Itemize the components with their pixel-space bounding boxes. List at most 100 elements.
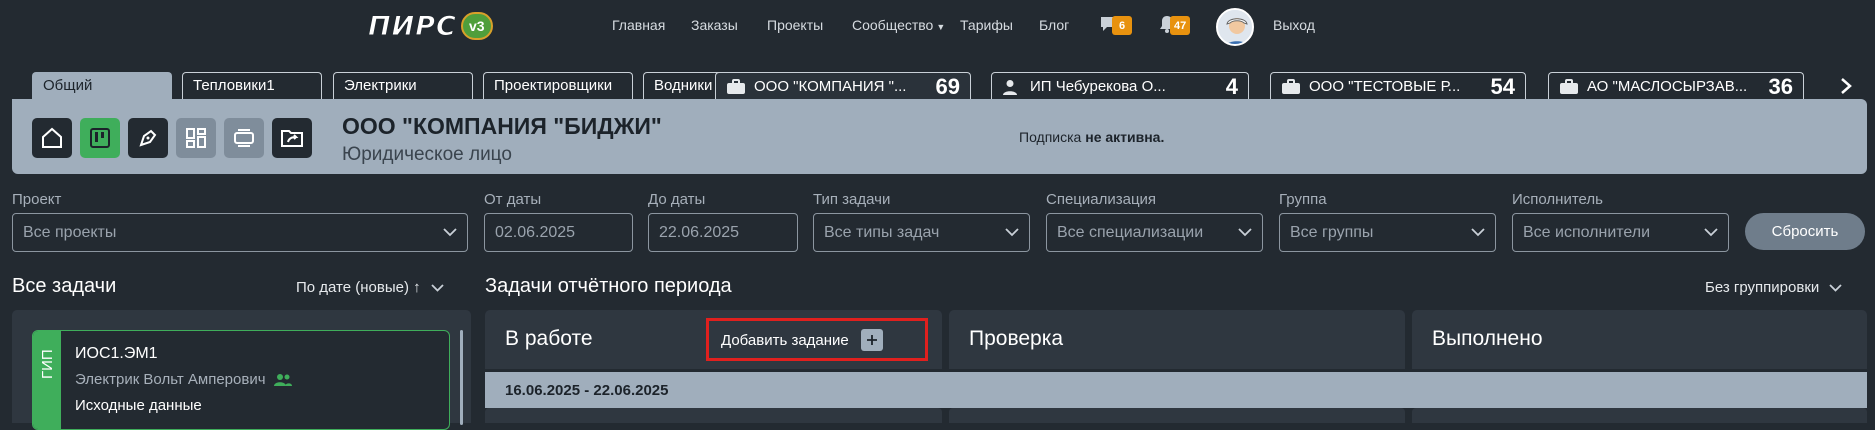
group-label: Группа bbox=[1279, 191, 1327, 208]
briefcase-icon bbox=[1559, 78, 1579, 95]
home-icon bbox=[42, 127, 62, 148]
briefcase-icon bbox=[726, 78, 746, 95]
chevron-down-icon bbox=[443, 226, 457, 240]
project-filter-label: Проект bbox=[12, 191, 62, 208]
to-date-input[interactable]: 22.06.2025 bbox=[648, 213, 798, 252]
project-filter-select[interactable]: Все проекты bbox=[12, 213, 468, 252]
grouping-dropdown[interactable]: Без группировки bbox=[1705, 279, 1842, 296]
list-tool-button[interactable] bbox=[224, 118, 264, 158]
company-tab-2[interactable]: ИП Чебурекова О... 4 bbox=[991, 72, 1249, 100]
top-navbar: ПИРС v3 Главная Заказы Проекты Сообществ… bbox=[0, 0, 1875, 52]
project-filter-value: Все проекты bbox=[23, 223, 117, 241]
add-task-button[interactable]: Добавить задание bbox=[721, 328, 883, 352]
subscription-status-value: не активна. bbox=[1085, 129, 1165, 145]
messages-count-badge: 6 bbox=[1112, 16, 1132, 35]
nav-tariffs[interactable]: Тарифы bbox=[960, 17, 1013, 33]
specialization-value: Все специализации bbox=[1057, 223, 1204, 241]
chevron-down-icon bbox=[431, 283, 444, 292]
from-date-value: 02.06.2025 bbox=[495, 223, 576, 241]
group-select[interactable]: Все группы bbox=[1279, 213, 1496, 252]
nav-orders[interactable]: Заказы bbox=[691, 17, 738, 33]
chevron-down-icon bbox=[1704, 226, 1718, 240]
task-assignee-name: Электрик Вольт Амперович bbox=[75, 371, 266, 388]
done-subcard bbox=[1412, 408, 1867, 423]
company-tab-1[interactable]: ООО "КОМПАНИЯ "... 69 bbox=[715, 72, 971, 100]
executor-select[interactable]: Все исполнители bbox=[1512, 213, 1729, 252]
chevron-down-icon bbox=[1238, 226, 1252, 240]
company-tab-name: ООО "ТЕСТОВЫЕ Р... bbox=[1309, 78, 1461, 95]
company-tab-count: 36 bbox=[1768, 73, 1793, 99]
notifications-count-badge: 47 bbox=[1170, 16, 1191, 35]
pen-tool-button[interactable] bbox=[128, 118, 168, 158]
add-task-highlight: Добавить задание bbox=[706, 318, 928, 361]
review-subcard bbox=[949, 408, 1405, 423]
logo[interactable]: ПИРС v3 bbox=[368, 10, 493, 42]
to-date-value: 22.06.2025 bbox=[659, 223, 740, 241]
kanban-icon bbox=[90, 128, 110, 148]
in-progress-subcard bbox=[485, 408, 942, 423]
specialization-select[interactable]: Все специализации bbox=[1046, 213, 1263, 252]
tab-heating[interactable]: Тепловики1 bbox=[182, 72, 322, 99]
layers-icon bbox=[234, 129, 254, 147]
nav-projects[interactable]: Проекты bbox=[767, 17, 823, 33]
group-value: Все группы bbox=[1290, 223, 1374, 241]
column-title: Выполнено bbox=[1432, 327, 1543, 350]
company-tab-count: 54 bbox=[1490, 73, 1515, 99]
column-title: Проверка bbox=[969, 327, 1064, 350]
period-tasks-title: Задачи отчётного периода bbox=[485, 275, 732, 297]
company-tab-name: ООО "КОМПАНИЯ "... bbox=[754, 78, 907, 95]
reset-filters-button[interactable]: Сбросить bbox=[1745, 213, 1865, 250]
logo-text: ПИРС bbox=[368, 10, 457, 42]
task-card[interactable]: ГИП ИОС1.ЭМ1 Электрик Вольт Амперович Ис… bbox=[32, 330, 450, 430]
folder-share-icon bbox=[281, 130, 303, 147]
company-tab-3[interactable]: ООО "ТЕСТОВЫЕ Р... 54 bbox=[1270, 72, 1526, 100]
pen-nib-icon bbox=[139, 129, 157, 147]
nav-blog[interactable]: Блог bbox=[1039, 17, 1069, 33]
company-tab-count: 69 bbox=[935, 73, 960, 99]
tabs-next-chevron-icon[interactable] bbox=[1834, 72, 1858, 100]
date-range-band: 16.06.2025 - 22.06.2025 bbox=[485, 372, 1867, 408]
task-assignee: Электрик Вольт Амперович bbox=[75, 371, 292, 388]
nav-home[interactable]: Главная bbox=[612, 17, 665, 33]
company-name: ООО "КОМПАНИЯ "БИДЖИ" bbox=[342, 113, 662, 139]
sort-dropdown[interactable]: По дате (новые) ↑ bbox=[296, 279, 444, 296]
logo-version-badge: v3 bbox=[460, 12, 493, 40]
specialization-label: Специализация bbox=[1046, 191, 1157, 208]
date-range-label: 16.06.2025 - 22.06.2025 bbox=[505, 382, 669, 399]
home-tool-button[interactable] bbox=[32, 118, 72, 158]
scrollbar[interactable] bbox=[460, 330, 463, 425]
task-code: ИОС1.ЭМ1 bbox=[75, 345, 158, 362]
task-type-value: Все типы задач bbox=[824, 223, 940, 241]
all-tasks-list: ГИП ИОС1.ЭМ1 Электрик Вольт Амперович Ис… bbox=[12, 310, 471, 430]
dashboard-icon bbox=[186, 128, 206, 148]
tab-general[interactable]: Общий bbox=[32, 72, 172, 99]
to-date-label: До даты bbox=[648, 191, 706, 208]
tab-designers[interactable]: Проектировщики bbox=[483, 72, 633, 99]
task-type-select[interactable]: Все типы задач bbox=[813, 213, 1030, 252]
company-type: Юридическое лицо bbox=[342, 144, 512, 165]
dashboard-tool-button[interactable] bbox=[176, 118, 216, 158]
column-title: В работе bbox=[505, 327, 593, 350]
caret-down-icon: ▼ bbox=[936, 22, 946, 32]
task-type-label: Тип задачи bbox=[813, 191, 891, 208]
sort-value: По дате (новые) ↑ bbox=[296, 279, 421, 296]
user-avatar[interactable] bbox=[1216, 8, 1254, 46]
chevron-down-icon bbox=[1829, 283, 1842, 292]
folder-tool-button[interactable] bbox=[272, 118, 312, 158]
company-tab-count: 4 bbox=[1225, 73, 1238, 99]
grouping-value: Без группировки bbox=[1705, 279, 1820, 296]
executor-value: Все исполнители bbox=[1523, 223, 1651, 241]
add-task-label: Добавить задание bbox=[721, 331, 849, 349]
tab-electrical[interactable]: Электрики bbox=[333, 72, 473, 99]
subscription-prefix: Подписка bbox=[1019, 129, 1086, 145]
people-icon bbox=[273, 373, 292, 387]
logout-link[interactable]: Выход bbox=[1273, 17, 1315, 33]
task-role-label: ГИП bbox=[39, 349, 56, 379]
chevron-down-icon bbox=[1471, 226, 1485, 240]
nav-community[interactable]: Сообщество ▼ bbox=[852, 17, 945, 33]
column-done: Выполнено bbox=[1412, 310, 1867, 369]
kanban-tool-button[interactable] bbox=[80, 118, 120, 158]
company-tab-4[interactable]: АО "МАСЛОСЫРЗАВ... 36 bbox=[1548, 72, 1804, 100]
executor-label: Исполнитель bbox=[1512, 191, 1603, 208]
from-date-input[interactable]: 02.06.2025 bbox=[484, 213, 633, 252]
